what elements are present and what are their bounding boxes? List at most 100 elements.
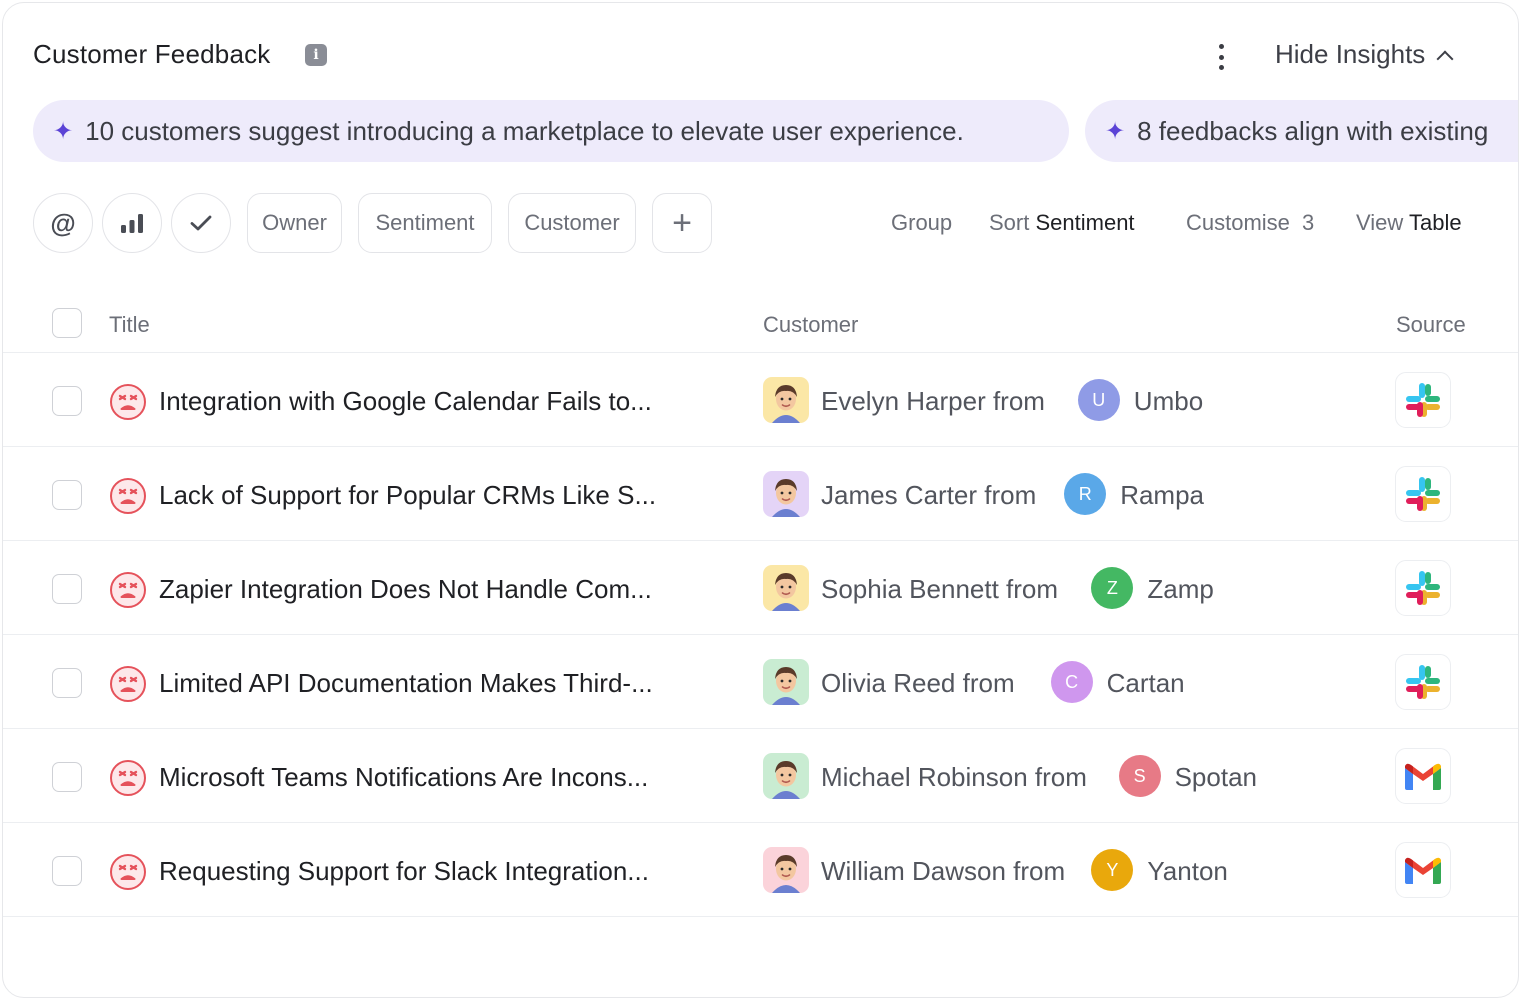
row-title[interactable]: Microsoft Teams Notifications Are Incons… [159, 762, 648, 793]
table-row[interactable]: Integration with Google Calendar Fails t… [3, 353, 1518, 447]
source-gmail[interactable] [1395, 748, 1451, 804]
row-title[interactable]: Integration with Google Calendar Fails t… [159, 386, 652, 417]
select-all-checkbox[interactable] [52, 308, 82, 338]
customer-avatar [763, 377, 809, 423]
insight-pill[interactable]: ✦ 8 feedbacks align with existing [1085, 100, 1518, 162]
owner-filter-chip[interactable]: Owner [247, 193, 342, 253]
group-button[interactable]: Group [891, 210, 952, 236]
table-row[interactable]: Microsoft Teams Notifications Are Incons… [3, 729, 1518, 823]
row-checkbox[interactable] [52, 386, 82, 416]
row-checkbox[interactable] [52, 762, 82, 792]
company-badge: U [1077, 379, 1120, 421]
company-name[interactable]: Umbo [1134, 386, 1203, 417]
row-title[interactable]: Requesting Support for Slack Integration… [159, 856, 649, 887]
company-badge: S [1118, 755, 1161, 797]
table-header: Title Customer Source [3, 303, 1518, 353]
angry-sentiment-icon [110, 572, 146, 608]
row-divider [3, 916, 95, 917]
angry-sentiment-icon [110, 760, 146, 796]
company-badge: R [1064, 473, 1107, 515]
row-title[interactable]: Zapier Integration Does Not Handle Com..… [159, 574, 652, 605]
company-name[interactable]: Spotan [1175, 762, 1257, 793]
insight-pill[interactable]: ✦ 10 customers suggest introducing a mar… [33, 100, 1069, 162]
slack-icon [1403, 662, 1443, 702]
angry-sentiment-icon [110, 666, 146, 702]
source-slack[interactable] [1395, 466, 1451, 522]
row-divider [733, 916, 1518, 917]
mention-icon: @ [50, 207, 76, 238]
source-slack[interactable] [1395, 654, 1451, 710]
angry-sentiment-icon [110, 478, 146, 514]
hide-insights-button[interactable]: Hide Insights [1275, 39, 1454, 70]
status-filter-button[interactable] [171, 193, 231, 253]
company-name[interactable]: Cartan [1107, 668, 1185, 699]
table-row[interactable]: Zapier Integration Does Not Handle Com..… [3, 541, 1518, 635]
column-source[interactable]: Source [1396, 312, 1466, 338]
sort-button[interactable]: Sort Sentiment [989, 210, 1135, 236]
sort-label: Sort [989, 210, 1030, 235]
slack-icon [1403, 474, 1443, 514]
slack-icon [1403, 380, 1443, 420]
customer-name[interactable]: Evelyn Harper from [821, 386, 1045, 417]
table-row[interactable]: Requesting Support for Slack Integration… [3, 823, 1518, 917]
chevron-up-icon [1436, 50, 1454, 67]
plus-icon: + [672, 203, 692, 242]
sparkle-icon: ✦ [53, 117, 74, 145]
row-divider [95, 916, 733, 917]
row-title[interactable]: Lack of Support for Popular CRMs Like S.… [159, 480, 656, 511]
customise-count: 3 [1302, 210, 1315, 235]
company-badge: Y [1091, 849, 1134, 891]
customer-name[interactable]: James Carter from [821, 480, 1036, 511]
customer-avatar [763, 753, 809, 799]
customer-name[interactable]: Michael Robinson from [821, 762, 1087, 793]
customer-name[interactable]: Sophia Bennett from [821, 574, 1058, 605]
customise-button[interactable]: Customise 3 [1186, 210, 1314, 236]
row-checkbox[interactable] [52, 856, 82, 886]
angry-sentiment-icon [110, 854, 146, 890]
check-icon [190, 215, 212, 231]
angry-sentiment-icon [110, 384, 146, 420]
customer-avatar [763, 659, 809, 705]
add-filter-button[interactable]: + [652, 193, 712, 253]
company-name[interactable]: Rampa [1120, 480, 1204, 511]
customise-label: Customise [1186, 210, 1290, 235]
mention-filter-button[interactable]: @ [33, 193, 93, 253]
customer-avatar [763, 565, 809, 611]
source-slack[interactable] [1395, 372, 1451, 428]
row-checkbox[interactable] [52, 480, 82, 510]
row-title[interactable]: Limited API Documentation Makes Third-..… [159, 668, 653, 699]
more-vertical-icon[interactable] [1209, 41, 1233, 73]
customer-name[interactable]: Olivia Reed from [821, 668, 1015, 699]
row-checkbox[interactable] [52, 668, 82, 698]
column-title[interactable]: Title [109, 312, 150, 338]
source-slack[interactable] [1395, 560, 1451, 616]
sparkle-icon: ✦ [1105, 117, 1126, 145]
info-icon[interactable]: i [305, 44, 327, 66]
company-badge: C [1050, 661, 1093, 703]
table-row[interactable]: Lack of Support for Popular CRMs Like S.… [3, 447, 1518, 541]
insight-text: 10 customers suggest introducing a marke… [85, 115, 964, 146]
view-button[interactable]: View Table [1356, 210, 1462, 236]
gmail-icon [1403, 760, 1443, 792]
column-customer[interactable]: Customer [763, 312, 858, 338]
gmail-icon [1403, 854, 1443, 886]
company-name[interactable]: Yanton [1147, 856, 1227, 887]
customer-avatar [763, 471, 809, 517]
sort-value: Sentiment [1035, 210, 1135, 235]
hide-insights-label: Hide Insights [1275, 39, 1426, 69]
row-checkbox[interactable] [52, 574, 82, 604]
view-label: View [1356, 210, 1404, 235]
sentiment-filter-chip[interactable]: Sentiment [358, 193, 492, 253]
company-name[interactable]: Zamp [1147, 574, 1213, 605]
source-gmail[interactable] [1395, 842, 1451, 898]
priority-filter-button[interactable] [102, 193, 162, 253]
customer-name[interactable]: William Dawson from [821, 856, 1065, 887]
customer-avatar [763, 847, 809, 893]
customer-feedback-card: Customer Feedback i Hide Insights ✦ 10 c… [2, 2, 1519, 998]
customer-filter-chip[interactable]: Customer [508, 193, 636, 253]
slack-icon [1403, 568, 1443, 608]
page-title: Customer Feedback [33, 39, 271, 69]
company-badge: Z [1091, 567, 1134, 609]
table-row[interactable]: Limited API Documentation Makes Third-..… [3, 635, 1518, 729]
view-value: Table [1409, 210, 1462, 235]
